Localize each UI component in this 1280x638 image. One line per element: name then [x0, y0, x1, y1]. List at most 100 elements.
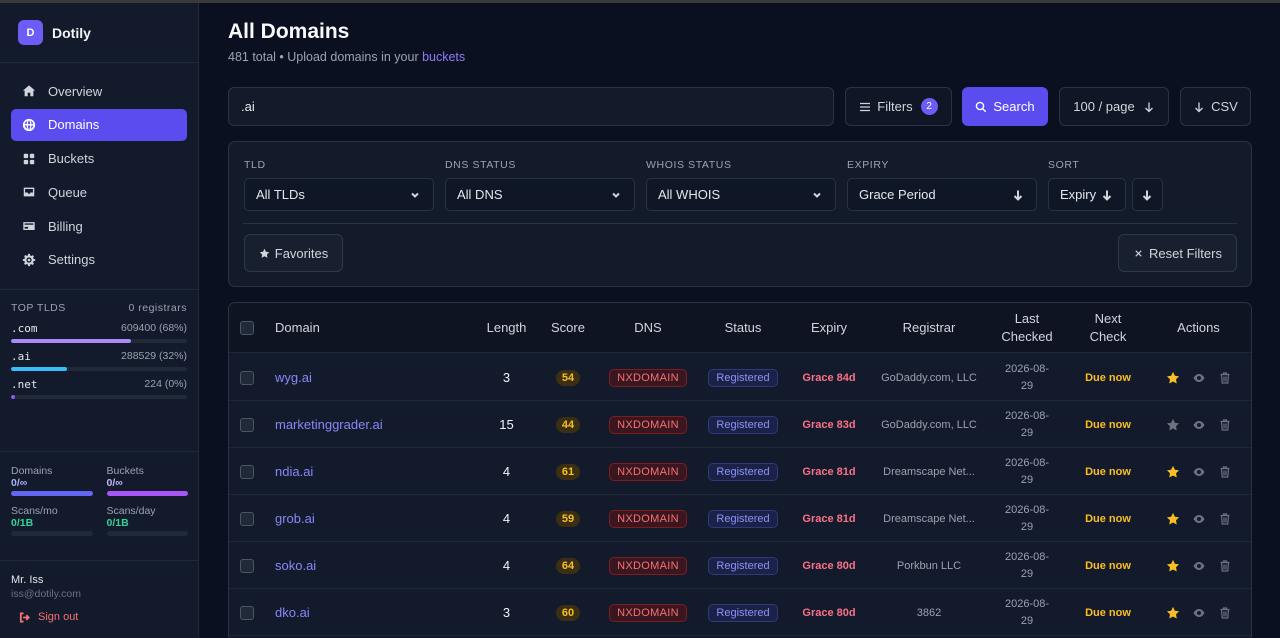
favorite-star-icon[interactable] [1166, 512, 1180, 526]
sidebar-item-buckets[interactable]: Buckets [11, 143, 187, 175]
table-row[interactable]: ndia.ai 4 61 NXDOMAIN Registered Grace 81d Dre… [229, 448, 1251, 495]
sidebar-item-overview[interactable]: Overview [11, 75, 187, 107]
tld-stat: 224 (0%) [144, 377, 187, 390]
eye-icon[interactable] [1192, 371, 1206, 385]
usage-value: 0/∞ [106, 477, 123, 489]
column-header-domain[interactable]: Domain [275, 319, 320, 337]
table-row[interactable]: grob.ai 4 59 NXDOMAIN Registered Grace 81d Dre… [229, 495, 1251, 542]
length-cell: 15 [474, 401, 539, 448]
dns-filter-select[interactable]: All DNS [445, 178, 635, 211]
length-cell: 4 [474, 495, 539, 542]
sidebar-item-billing[interactable]: Billing [11, 210, 187, 242]
sidebar-item-queue[interactable]: Queue [11, 176, 187, 208]
column-header-score[interactable]: Score [543, 319, 593, 337]
row-checkbox[interactable] [240, 370, 254, 385]
eye-icon[interactable] [1192, 559, 1206, 573]
score-cell: 59 [543, 495, 593, 542]
sort-select[interactable]: Expiry [1048, 178, 1126, 211]
table-row[interactable]: soko.ai 4 64 NXDOMAIN Registered Grace 80d Por… [229, 542, 1251, 589]
table-row[interactable]: wyg.ai 3 54 NXDOMAIN Registered Grace 84d GoDa… [229, 354, 1251, 401]
column-header-status[interactable]: Status [703, 319, 783, 337]
column-header-expiry[interactable]: Expiry [795, 319, 863, 337]
eye-icon[interactable] [1192, 606, 1206, 620]
sidebar-item-settings[interactable]: Settings [11, 244, 187, 276]
favorite-star-icon[interactable] [1166, 559, 1180, 573]
usage-label: Scans/day [106, 505, 156, 517]
column-header-length[interactable]: Length [474, 319, 539, 337]
favorite-star-icon[interactable] [1166, 371, 1180, 385]
usage-label: Scans/mo [11, 505, 58, 517]
domain-link[interactable]: soko.ai [275, 558, 316, 573]
expiry-cell: Grace 80d [795, 589, 863, 636]
sign-out-button[interactable]: Sign out [11, 611, 188, 623]
row-checkbox[interactable] [240, 605, 254, 620]
registrars-count: 0 registrars [128, 301, 187, 314]
domain-link[interactable]: wyg.ai [275, 370, 312, 385]
last-checked-cell: 2026-08- 29 [991, 589, 1063, 636]
brand[interactable]: D Dotily [0, 3, 198, 63]
trash-icon[interactable] [1218, 418, 1232, 432]
select-all-checkbox[interactable] [240, 321, 254, 335]
eye-icon[interactable] [1192, 512, 1206, 526]
registrar-value: Dreamscape Net... [883, 465, 975, 478]
expiry-cell: Grace 81d [795, 448, 863, 495]
row-checkbox[interactable] [240, 511, 254, 526]
trash-icon[interactable] [1218, 606, 1232, 620]
dns-cell: NXDOMAIN [609, 448, 687, 495]
expiry-filter-select[interactable]: Grace Period [847, 178, 1037, 211]
row-checkbox[interactable] [240, 417, 254, 432]
row-checkbox[interactable] [240, 464, 254, 479]
column-header-next-check[interactable]: Next Check [1073, 310, 1143, 346]
actions-cell [1161, 401, 1236, 448]
tld-row: .ai 288529 (32%) [11, 350, 187, 371]
next-check-value: Due now [1085, 371, 1131, 384]
sidebar-item-domains[interactable]: Domains [11, 108, 187, 141]
column-header-last-checked[interactable]: Last Checked [991, 310, 1063, 346]
domain-link[interactable]: grob.ai [275, 511, 315, 526]
favorite-star-icon[interactable] [1166, 465, 1180, 479]
eye-icon[interactable] [1192, 465, 1206, 479]
trash-icon[interactable] [1218, 559, 1232, 573]
table-row[interactable]: dko.ai 3 60 NXDOMAIN Registered Grace 80d 3862… [229, 589, 1251, 636]
eye-icon[interactable] [1192, 418, 1206, 432]
last-checked-cell: 2026-08- 29 [991, 354, 1063, 401]
row-checkbox[interactable] [240, 558, 254, 573]
favorites-button[interactable]: Favorites [244, 234, 343, 272]
per-page-select[interactable]: 100 / page [1059, 87, 1169, 126]
favorite-star-icon[interactable] [1166, 418, 1180, 432]
grid-icon [23, 153, 35, 164]
dns-cell: NXDOMAIN [609, 542, 687, 589]
search-input[interactable]: .ai [228, 87, 834, 126]
whois-filter-select[interactable]: All WHOIS [646, 178, 836, 211]
csv-export-button[interactable]: CSV [1180, 87, 1251, 126]
column-header-registrar[interactable]: Registrar [874, 319, 984, 337]
domain-link[interactable]: dko.ai [275, 605, 310, 620]
table-row[interactable]: marketinggrader.ai 15 44 NXDOMAIN Registered… [229, 401, 1251, 448]
status-cell: Registered [703, 354, 783, 401]
status-cell: Registered [703, 589, 783, 636]
buckets-link[interactable]: buckets [422, 50, 465, 64]
sidebar-item-label: Buckets [48, 151, 95, 167]
column-header-dns[interactable]: DNS [609, 319, 687, 337]
dns-badge: NXDOMAIN [609, 415, 687, 434]
reset-filters-button[interactable]: Reset Filters [1118, 234, 1237, 272]
next-check-value: Due now [1085, 465, 1131, 478]
filters-button[interactable]: Filters 2 [845, 87, 952, 126]
trash-icon[interactable] [1218, 512, 1232, 526]
trash-icon[interactable] [1218, 371, 1232, 385]
trash-icon[interactable] [1218, 465, 1232, 479]
registrar-value: Dreamscape Net... [883, 512, 975, 525]
star-icon [259, 248, 270, 258]
domain-link[interactable]: ndia.ai [275, 464, 313, 479]
sort-value: Expiry [1060, 187, 1097, 202]
download-icon [1195, 102, 1204, 112]
sort-direction-button[interactable] [1132, 178, 1163, 211]
sidebar-nav: Overview Domains Buckets Queue Billing S… [0, 63, 198, 276]
favorite-star-icon[interactable] [1166, 606, 1180, 620]
search-button[interactable]: Search [962, 87, 1048, 126]
dns-badge: NXDOMAIN [609, 603, 687, 622]
domain-link[interactable]: marketinggrader.ai [275, 417, 383, 432]
tld-filter-select[interactable]: All TLDs [244, 178, 434, 211]
usage-value: 0/1B [11, 517, 34, 529]
sidebar-item-label: Settings [48, 252, 95, 268]
